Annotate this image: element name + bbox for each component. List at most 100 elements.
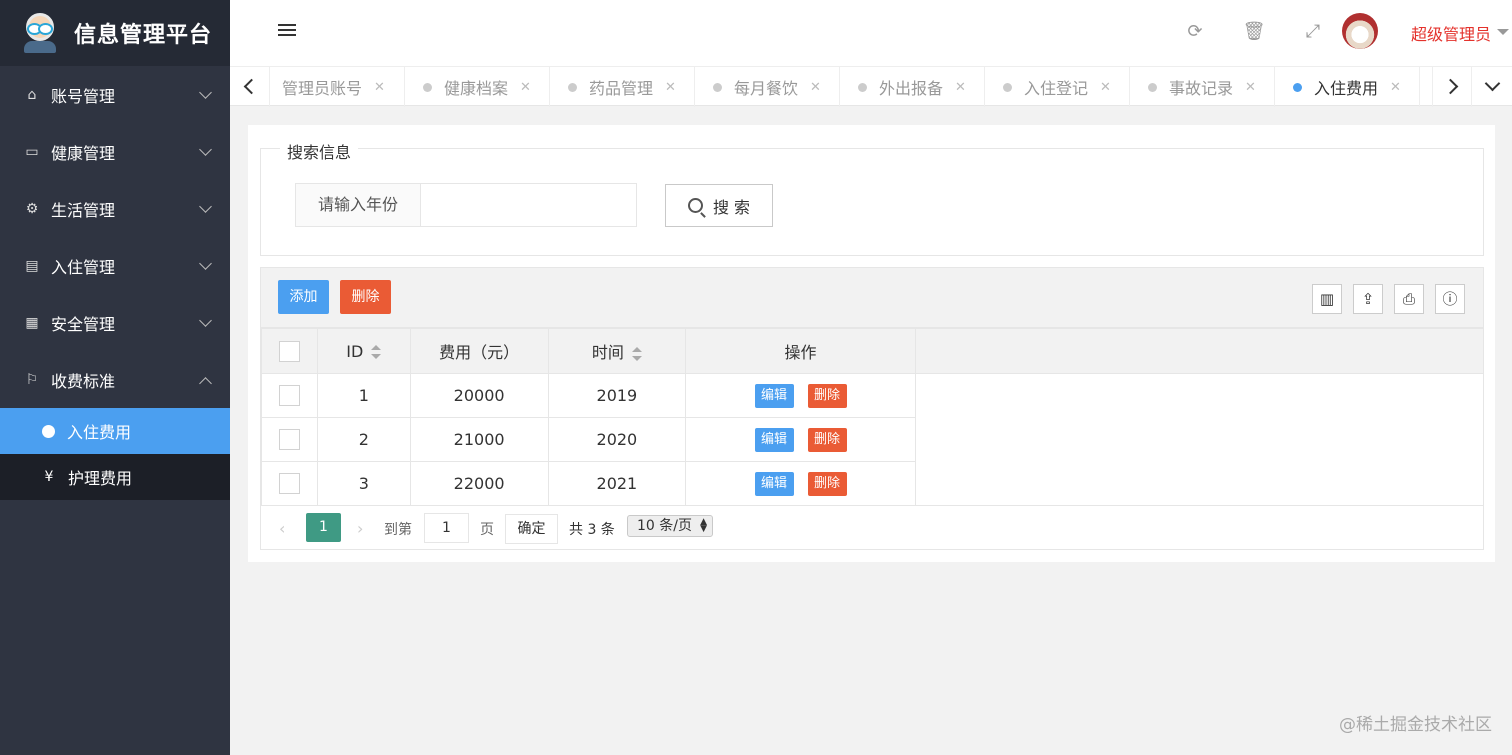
search-button[interactable]: 搜 索: [665, 184, 773, 227]
cell-actions: 编辑 删除: [685, 417, 916, 462]
delete-button[interactable]: 删除: [807, 383, 847, 408]
close-icon[interactable]: ✕: [520, 80, 531, 95]
close-icon[interactable]: ✕: [1390, 80, 1401, 95]
prev-page-icon[interactable]: ‹: [279, 519, 285, 538]
sort-icon[interactable]: [631, 346, 642, 361]
edit-button[interactable]: 编辑: [754, 427, 794, 452]
column-filler: [914, 328, 1483, 374]
cell-fee: 20000: [409, 373, 549, 418]
close-icon[interactable]: ✕: [1245, 80, 1256, 95]
column-label: 时间: [591, 343, 624, 362]
column-header-id[interactable]: ID: [316, 328, 411, 374]
sidebar-subitem-care-fee[interactable]: ¥ 护理费用: [0, 454, 230, 500]
coin-icon: [42, 424, 55, 438]
refresh-icon[interactable]: ⟳: [1183, 20, 1207, 44]
sidebar-item-checkin[interactable]: ▤ 入住管理: [0, 237, 230, 294]
tab-label: 入住费用: [1314, 79, 1379, 98]
export-icon[interactable]: ⇪: [1353, 284, 1383, 314]
close-icon[interactable]: ✕: [810, 80, 821, 95]
window-icon: ▭: [25, 143, 39, 160]
tab-medicine[interactable]: 药品管理 ✕: [550, 67, 695, 107]
edit-button[interactable]: 编辑: [754, 383, 794, 408]
fullscreen-icon[interactable]: ⤢: [1301, 20, 1325, 44]
sidebar-item-label: 入住管理: [51, 257, 116, 277]
select-all-checkbox[interactable]: [278, 340, 300, 362]
chevron-down-icon: [199, 200, 212, 213]
cell-filler: [915, 418, 1483, 462]
edit-button[interactable]: 编辑: [754, 471, 794, 496]
trash-icon[interactable]: 🗑: [1242, 20, 1266, 44]
next-page-icon[interactable]: ›: [357, 519, 363, 538]
batch-delete-button[interactable]: 删除: [340, 280, 391, 314]
column-label: 操作: [784, 343, 817, 362]
sidebar-item-label: 生活管理: [51, 200, 116, 220]
dot-icon: [1293, 82, 1302, 92]
logo: 信息管理平台: [0, 0, 230, 66]
caret-down-icon[interactable]: [1497, 29, 1509, 35]
close-icon[interactable]: ✕: [665, 80, 676, 95]
page-unit-label: 页: [480, 522, 494, 538]
delete-button[interactable]: 删除: [807, 427, 847, 452]
menu-fold-icon[interactable]: [278, 24, 296, 40]
current-page[interactable]: 1: [306, 513, 341, 542]
tab-label: 事故记录: [1169, 79, 1234, 98]
sidebar-subitem-checkin-fee[interactable]: 入住费用: [0, 408, 230, 454]
search-fieldset: 搜索信息 请输入年份 搜 索: [260, 139, 1484, 256]
cell-year: 2019: [547, 373, 687, 418]
tab-label: 外出报备: [879, 79, 944, 98]
tab-menu-down-icon[interactable]: [1472, 67, 1512, 107]
tab-health-records[interactable]: 健康档案 ✕: [405, 67, 550, 107]
sort-icon[interactable]: [371, 345, 382, 359]
sidebar-item-fees[interactable]: ⚐ 收费标准: [0, 351, 230, 408]
top-header: ⟳ 🗑 ⤢ 超级管理员: [230, 0, 1512, 66]
dot-icon: [1003, 82, 1012, 92]
delete-button[interactable]: 删除: [807, 471, 847, 496]
avatar[interactable]: [1342, 13, 1378, 49]
user-name[interactable]: 超级管理员: [1411, 21, 1491, 45]
column-label: 费用（元）: [439, 343, 520, 362]
select-caret-icon: ▲ ▼: [700, 517, 707, 534]
sidebar-item-life[interactable]: ⚙ 生活管理: [0, 180, 230, 237]
close-icon[interactable]: ✕: [955, 80, 966, 95]
print-icon[interactable]: ⎙: [1394, 284, 1424, 314]
info-icon[interactable]: ⓘ: [1435, 284, 1465, 314]
tab-admin-account[interactable]: 管理员账号 ✕: [270, 67, 405, 107]
sidebar-item-safety[interactable]: ▦ 安全管理: [0, 294, 230, 351]
tab-label: 健康档案: [444, 79, 509, 98]
page-size-select[interactable]: 10 条/页 ▲ ▼: [627, 515, 713, 537]
add-button[interactable]: 添加: [278, 280, 329, 314]
search-legend: 搜索信息: [280, 139, 359, 163]
dot-icon: [423, 82, 432, 92]
tab-outing[interactable]: 外出报备 ✕: [840, 67, 985, 107]
search-button-label: 搜 索: [712, 197, 751, 217]
tab-checkin-register[interactable]: 入住登记 ✕: [985, 67, 1130, 107]
dot-icon: [713, 82, 722, 92]
tab-scroll-left-icon[interactable]: [230, 67, 270, 107]
row-checkbox[interactable]: [278, 429, 300, 450]
sidebar-item-account[interactable]: ⌂ 账号管理: [0, 66, 230, 123]
year-input[interactable]: [420, 183, 637, 227]
page-number-input[interactable]: 1: [424, 513, 469, 543]
tab-label: 药品管理: [589, 79, 654, 98]
tab-scroll-right-icon[interactable]: [1432, 67, 1472, 107]
column-header-time[interactable]: 时间: [547, 328, 687, 374]
flag-icon: ⚐: [25, 371, 39, 388]
close-icon[interactable]: ✕: [374, 80, 385, 95]
goto-label: 到第: [384, 522, 412, 538]
app-title: 信息管理平台: [74, 23, 213, 48]
column-label: ID: [346, 341, 364, 361]
tab-checkin-fee[interactable]: 入住费用 ✕: [1275, 67, 1420, 107]
tab-accidents[interactable]: 事故记录 ✕: [1130, 67, 1275, 107]
row-checkbox[interactable]: [278, 385, 300, 406]
table-toolbar: 添加 删除 ▥ ⇪ ⎙ ⓘ: [261, 268, 1483, 328]
tab-meals[interactable]: 每月餐饮 ✕: [695, 67, 840, 107]
sidebar-item-health[interactable]: ▭ 健康管理: [0, 123, 230, 180]
row-checkbox[interactable]: [278, 473, 300, 494]
confirm-page-button[interactable]: 确定: [505, 514, 558, 544]
sidebar-item-label: 账号管理: [51, 86, 116, 106]
columns-filter-icon[interactable]: ▥: [1312, 284, 1342, 314]
gears-icon: ⚙: [25, 200, 39, 217]
year-input-label: 请输入年份: [295, 183, 421, 227]
close-icon[interactable]: ✕: [1100, 80, 1111, 95]
cell-id: 2: [316, 417, 411, 462]
